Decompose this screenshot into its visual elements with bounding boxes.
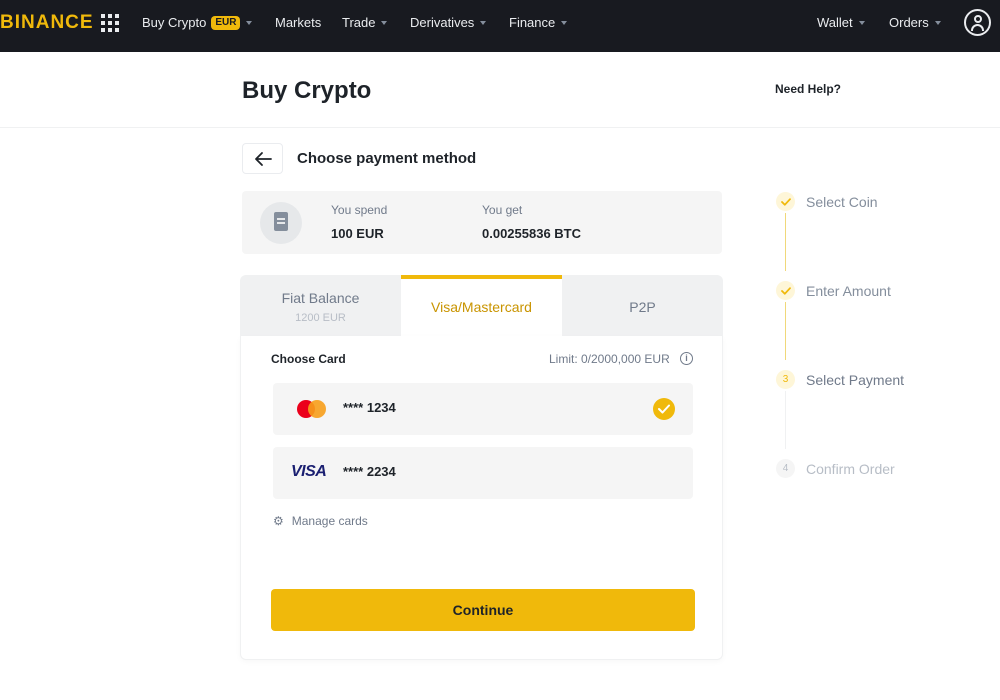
binance-logo[interactable]: BINANCE (0, 12, 94, 34)
nav-orders-label: Orders (889, 15, 929, 30)
step-connector (785, 213, 786, 271)
nav-orders[interactable]: Orders (889, 15, 941, 30)
check-icon (776, 281, 795, 300)
nav-wallet[interactable]: Wallet (817, 15, 865, 30)
grid-icon[interactable] (101, 14, 119, 32)
chevron-down-icon (934, 21, 941, 25)
currency-badge: EUR (211, 15, 241, 30)
tab-p2p-label: P2P (629, 299, 656, 315)
arrow-left-icon (255, 152, 272, 166)
chevron-down-icon (480, 21, 487, 25)
nav-derivatives-label: Derivatives (410, 15, 475, 30)
card-option-visa[interactable]: VISA **** 2234 (273, 447, 693, 499)
tab-visa-mastercard-label: Visa/Mastercard (431, 299, 532, 315)
order-summary: You spend 100 EUR You get 0.00255836 BTC (242, 191, 722, 254)
tab-visa-mastercard[interactable]: Visa/Mastercard (401, 275, 562, 336)
step-enter-amount: Enter Amount (776, 281, 891, 300)
check-icon (776, 192, 795, 211)
step-label: Enter Amount (806, 282, 891, 299)
tab-fiat-balance-label: Fiat Balance (281, 290, 360, 306)
user-icon[interactable] (964, 9, 991, 36)
continue-button[interactable]: Continue (271, 589, 695, 631)
section-title: Choose payment method (297, 150, 477, 167)
nav-markets[interactable]: Markets (275, 15, 321, 30)
manage-cards-label: Manage cards (291, 514, 368, 528)
chevron-down-icon (246, 21, 253, 25)
page-header: Buy Crypto Need Help? (0, 52, 1000, 128)
nav-trade-label: Trade (342, 15, 376, 30)
card-number: **** 2234 (343, 464, 396, 479)
spend-label: You spend (331, 203, 388, 217)
chevron-down-icon (561, 21, 568, 25)
selected-check-icon (653, 398, 675, 420)
step-number: 3 (776, 370, 795, 389)
nav-buy-crypto-label: Buy Crypto (142, 15, 207, 30)
visa-icon: VISA (291, 463, 327, 480)
document-icon (260, 202, 302, 244)
tab-p2p[interactable]: P2P (562, 275, 723, 336)
spend-value: 100 EUR (331, 226, 384, 241)
step-label: Confirm Order (806, 460, 895, 477)
step-label: Select Payment (806, 371, 905, 388)
nav-trade[interactable]: Trade (342, 15, 388, 30)
page-title: Buy Crypto (242, 77, 372, 104)
info-icon[interactable]: i (680, 352, 693, 365)
get-value: 0.00255836 BTC (482, 226, 582, 241)
step-connector (785, 391, 786, 449)
need-help-link[interactable]: Need Help? (775, 82, 841, 96)
manage-cards-link[interactable]: ⚙ Manage cards (273, 514, 368, 528)
choose-card-label: Choose Card (271, 352, 346, 366)
nav-finance-label: Finance (509, 15, 556, 30)
step-select-coin: Select Coin (776, 192, 878, 211)
card-panel: Choose Card Limit: 0/2000,000 EUR i ****… (240, 336, 723, 660)
nav-buy-crypto[interactable]: Buy Crypto EUR (142, 15, 253, 30)
back-button[interactable] (242, 143, 283, 174)
card-limit: Limit: 0/2000,000 EUR (549, 352, 670, 366)
card-number: **** 1234 (343, 400, 396, 415)
step-confirm-order: 4 Confirm Order (776, 459, 895, 478)
chevron-down-icon (858, 21, 865, 25)
chevron-down-icon (381, 21, 388, 25)
nav-finance[interactable]: Finance (509, 15, 568, 30)
payment-tabs: Fiat Balance 1200 EUR Visa/Mastercard P2… (240, 275, 723, 336)
step-number: 4 (776, 459, 795, 478)
gear-icon: ⚙ (273, 514, 284, 528)
step-select-payment: 3 Select Payment (776, 370, 904, 389)
mastercard-icon (297, 400, 327, 418)
fiat-balance-amount: 1200 EUR (295, 312, 346, 324)
card-option-mastercard[interactable]: **** 1234 (273, 383, 693, 435)
top-nav: BINANCE Buy Crypto EUR Markets Trade Der… (0, 0, 1000, 52)
step-label: Select Coin (806, 193, 878, 210)
nav-markets-label: Markets (275, 15, 322, 30)
tab-fiat-balance[interactable]: Fiat Balance 1200 EUR (240, 275, 401, 336)
step-connector (785, 302, 786, 360)
get-label: You get (482, 203, 523, 217)
nav-wallet-label: Wallet (817, 15, 853, 30)
nav-derivatives[interactable]: Derivatives (410, 15, 487, 30)
